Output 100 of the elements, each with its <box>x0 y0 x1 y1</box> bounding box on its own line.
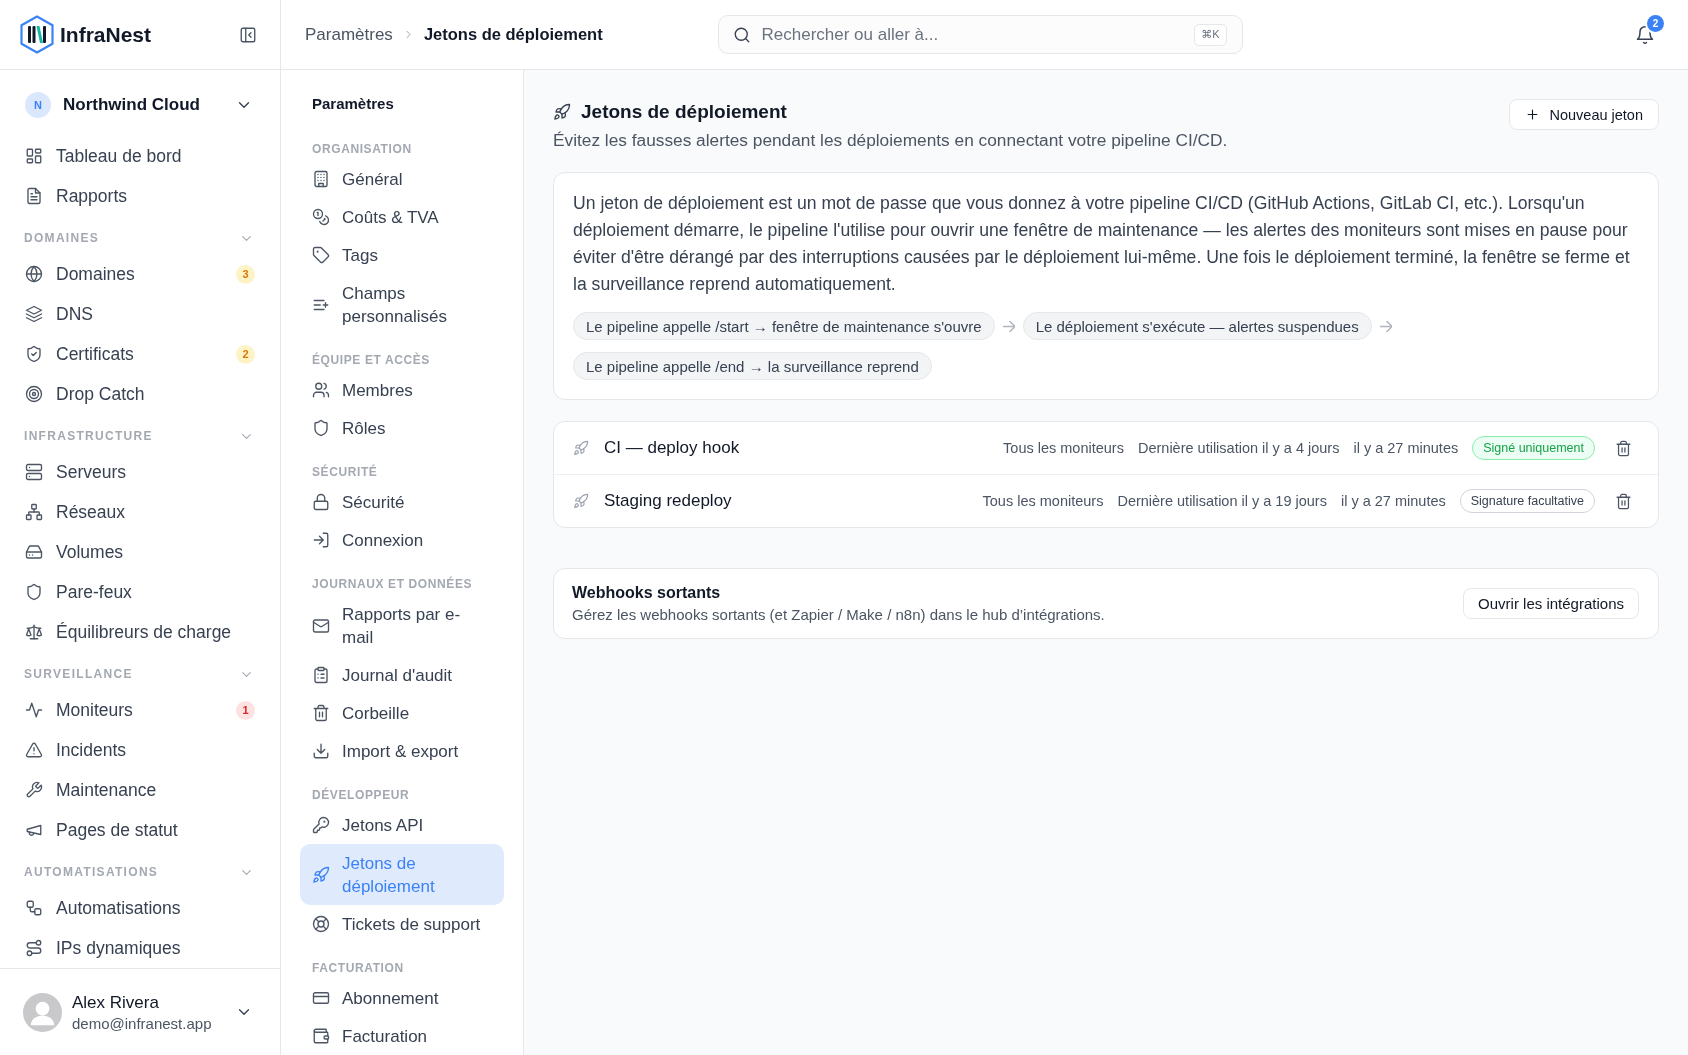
arrow-icon <box>1002 320 1015 332</box>
step-chip: Le pipeline appelle /end → la surveillance reprend <box>573 352 932 380</box>
breadcrumb-link[interactable]: Paramètres <box>305 24 393 45</box>
token-last-used: Dernière utilisation il y a 4 jours <box>1137 440 1340 456</box>
nav-item[interactable]: Réseaux <box>12 492 268 532</box>
nav-item[interactable]: Équilibreurs de charge <box>12 612 268 652</box>
shield-check-icon <box>25 345 43 363</box>
page-title: Jetons de déploiement <box>581 100 787 124</box>
sidebar-toggle-icon[interactable] <box>239 25 257 44</box>
token-scope: Tous les moniteurs <box>1003 440 1124 456</box>
nav-item[interactable]: Certificats 2 <box>12 334 268 374</box>
token-created: il y a 27 minutes <box>1340 493 1446 509</box>
route-icon <box>25 939 43 957</box>
settings-item[interactable]: Membres <box>300 371 504 409</box>
nav-item[interactable]: Pages de statut <box>12 810 268 850</box>
settings-item[interactable]: Tags <box>300 236 504 274</box>
lifebuoy-icon <box>312 915 330 933</box>
nav-item[interactable]: Incidents <box>12 730 268 770</box>
breadcrumb-current: Jetons de déploiement <box>423 25 603 44</box>
shield-icon <box>25 583 43 601</box>
section-title: SURVEILLANCE <box>24 666 133 682</box>
users-icon <box>312 381 330 399</box>
new-token-button[interactable]: Nouveau jeton <box>1509 99 1659 130</box>
warning-icon <box>25 741 43 759</box>
group-title: FACTURATION <box>311 960 405 976</box>
settings-item[interactable]: Journal d'audit <box>300 656 504 694</box>
globe-icon <box>25 265 43 283</box>
info-text: Un jeton de déploiement est un mot de passe que vous donnez à votre pipeline CI/CD (GitHub Actions, GitLab CI, etc.). Lorsqu'un déploiement démarre, le pipeline l'utilise pour ouvrir une fenêtre de maintenance — les alertes des moniteurs sont mises en pause pour éviter d'être dérangé par des interruptions causées par le déploiement lui-même. Une fois le déploiement terminé, la fenêtre se ferme et la surveillance reprend automatiquement. <box>573 192 1631 296</box>
avatar-icon <box>23 992 62 1032</box>
grid-icon <box>25 147 43 165</box>
settings-item[interactable]: Import & export <box>300 732 504 770</box>
settings-item[interactable]: Champs personnalisés <box>300 274 504 335</box>
signature-badge: Signé uniquement <box>1472 436 1595 460</box>
coins-icon <box>312 208 330 226</box>
rocket-icon <box>573 493 589 509</box>
settings-title: Paramètres <box>311 94 395 114</box>
nav-item[interactable]: Moniteurs 1 <box>12 690 268 730</box>
search-icon <box>732 25 751 44</box>
token-name: Staging redeploy <box>604 491 732 511</box>
plus-icon <box>1525 107 1541 122</box>
brand-name: InfraNest <box>60 22 152 47</box>
page-subtitle: Évitez les fausses alertes pendant les déploiements en connectant votre pipeline CI/CD. <box>553 129 1228 151</box>
nav-item[interactable]: Maintenance <box>12 770 268 810</box>
tag-icon <box>312 246 330 264</box>
layers-icon <box>25 305 43 323</box>
envelope-icon <box>312 616 330 635</box>
nav-item[interactable]: IPs dynamiques <box>12 928 268 968</box>
open-integrations-button[interactable]: Ouvrir les intégrations <box>1463 588 1639 619</box>
workspace-avatar: N <box>25 92 51 118</box>
section-title: DOMAINES <box>24 230 100 246</box>
download-icon <box>312 742 330 760</box>
settings-item[interactable]: Coûts & TVA <box>300 198 504 236</box>
token-name: CI — deploy hook <box>604 438 740 458</box>
arrow-icon <box>1379 320 1392 332</box>
pulse-icon <box>25 701 43 719</box>
nav-item[interactable]: DNS <box>12 294 268 334</box>
settings-item[interactable]: Tickets de support <box>300 905 504 943</box>
section-title: INFRASTRUCTURE <box>24 428 153 444</box>
settings-item[interactable]: Général <box>300 160 504 198</box>
rocket-icon <box>573 440 589 456</box>
scale-icon <box>25 623 43 641</box>
settings-item[interactable]: Rôles <box>300 409 504 447</box>
server-icon <box>25 463 43 481</box>
settings-item[interactable]: Corbeille <box>300 694 504 732</box>
trash-icon <box>312 704 330 722</box>
settings-item[interactable]: Connexion <box>300 521 504 559</box>
step-chip: Le pipeline appelle /start → fenêtre de maintenance s'ouvre <box>573 312 995 340</box>
trash-icon[interactable] <box>1615 492 1632 510</box>
target-icon <box>25 385 43 403</box>
rocket-icon <box>553 103 571 121</box>
group-title: SÉCURITÉ <box>311 464 379 480</box>
count-badge: 1 <box>236 700 255 720</box>
nav-item[interactable]: Volumes <box>12 532 268 572</box>
token-scope: Tous les moniteurs <box>982 493 1104 509</box>
rocket-icon <box>312 865 330 884</box>
nav-item[interactable]: Automatisations <box>12 888 268 928</box>
lock-icon <box>312 493 330 511</box>
settings-item[interactable]: Sécurité <box>300 483 504 521</box>
workspace-name[interactable]: Northwind Cloud <box>63 95 200 115</box>
settings-item[interactable]: Facturation <box>300 1017 504 1055</box>
settings-item[interactable]: Abonnement <box>300 979 504 1017</box>
settings-item[interactable]: Jetons API <box>300 806 504 844</box>
webhooks-description: Gérez les webhooks sortants (et Zapier / Make / n8n) dans le hub d’intégrations. <box>572 606 1105 623</box>
bell-icon[interactable] <box>1635 24 1655 45</box>
token-last-used: Dernière utilisation il y a 19 jours <box>1117 493 1327 509</box>
token-created: il y a 27 minutes <box>1353 440 1459 456</box>
document-icon <box>25 187 43 205</box>
trash-icon[interactable] <box>1615 439 1632 457</box>
sign-in-icon <box>312 531 330 549</box>
settings-item[interactable]: Rapports par e-mail <box>300 595 504 656</box>
logo-icon <box>20 15 54 54</box>
nav-item[interactable]: Serveurs <box>12 452 268 492</box>
nav-item[interactable]: Tableau de bord <box>12 136 268 176</box>
nav-item[interactable]: Domaines 3 <box>12 254 268 294</box>
shield-icon <box>312 419 330 437</box>
nav-item[interactable]: Pare-feux <box>12 572 268 612</box>
credit-card-icon <box>312 989 330 1007</box>
nav-item[interactable]: Drop Catch <box>12 374 268 414</box>
nav-item[interactable]: Rapports <box>12 176 268 216</box>
shortcut-key: ⌘K <box>1194 23 1227 46</box>
